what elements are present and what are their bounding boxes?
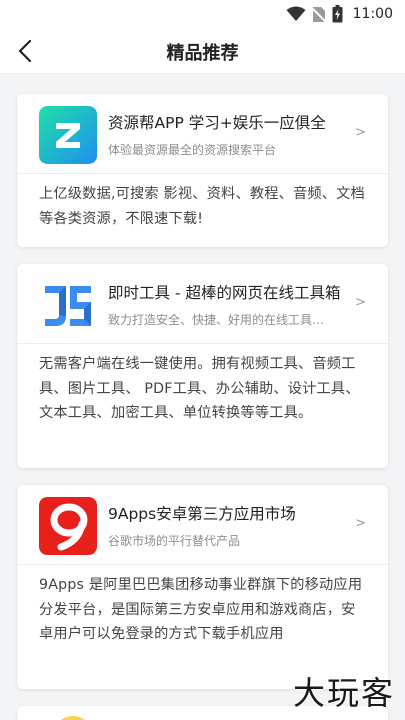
app-card-ziyuanbang[interactable]: 资源帮APP 学习+娱乐一应俱全 体验最资源最全的资源搜索平台 > 上亿级数据,… [17,94,388,247]
app-card-header[interactable]: 即时工具 - 超棒的网页在线工具箱 致力打造安全、快捷、好用的在线工具… > [17,264,388,344]
status-icons: 11:00 [286,5,393,23]
wifi-icon [286,6,306,21]
app-subtitle: 谷歌市场的平行替代产品 [108,534,241,548]
status-bar: 11:00 [0,0,405,28]
app-subtitle: 致力打造安全、快捷、好用的在线工具… [108,313,325,327]
app-description: 上亿级数据,可搜索 影视、资料、教程、音频、文档 等各类资源，不限速下载! [39,186,365,227]
app-title: 即时工具 - 超棒的网页在线工具箱 [108,284,341,302]
app-card-jishi-tools[interactable]: 即时工具 - 超棒的网页在线工具箱 致力打造安全、快捷、好用的在线工具… > 无… [17,264,388,468]
9apps-logo-icon [39,497,97,555]
nav-bar: 精品推荐 [0,28,405,74]
chevron-right-icon: > [355,295,366,310]
js-logo-icon [39,276,97,334]
watermark-char: 玩 [326,674,359,712]
watermark-char: 客 [360,674,393,712]
app-description: 无需客户端在线一键使用。拥有视频工具、音频工具、图片工具、 PDF工具、办公辅助… [39,356,360,421]
recommendation-list[interactable]: 资源帮APP 学习+娱乐一应俱全 体验最资源最全的资源搜索平台 > 上亿级数据,… [0,74,405,720]
chevron-right-icon: > [355,516,366,531]
status-time: 11:00 [352,6,393,22]
battery-icon [332,5,343,23]
app-card-9apps[interactable]: 9Apps安卓第三方应用市场 谷歌市场的平行替代产品 > 9Apps 是阿里巴巴… [17,485,388,689]
app-title: 9Apps安卓第三方应用市场 [108,505,296,523]
watermark: 大 玩 客 [293,668,393,714]
app-card-header[interactable]: 9Apps安卓第三方应用市场 谷歌市场的平行替代产品 > [17,485,388,565]
app-card-header[interactable]: 资源帮APP 学习+娱乐一应俱全 体验最资源最全的资源搜索平台 > [17,94,388,174]
page-title: 精品推荐 [166,43,239,64]
z-logo-icon [39,106,97,164]
app-title: 资源帮APP 学习+娱乐一应俱全 [108,114,326,132]
watermark-char: 大 [292,674,325,712]
app-subtitle: 体验最资源最全的资源搜索平台 [108,143,277,157]
chevron-right-icon: > [355,125,366,140]
no-sim-icon [311,6,326,23]
app-description: 9Apps 是阿里巴巴集团移动事业群旗下的移动应用分发平台，是国际第三方安卓应用… [39,577,363,642]
next-app-icon [53,716,93,720]
